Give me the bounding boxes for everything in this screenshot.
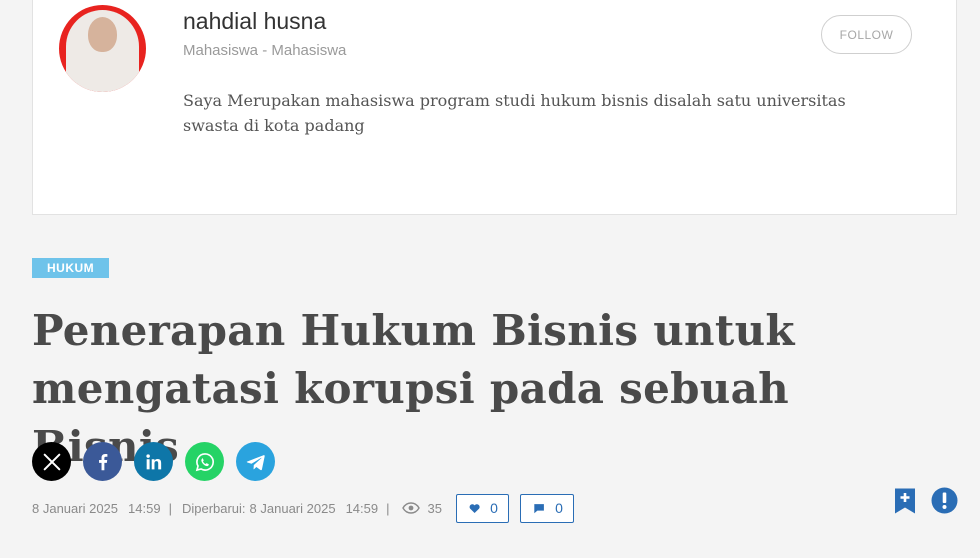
category-badge[interactable]: HUKUM (32, 258, 110, 278)
meta-separator: | (168, 500, 172, 516)
publish-date: 8 Januari 2025 (32, 500, 119, 516)
comment-count: 0 (555, 500, 563, 516)
share-facebook-button[interactable] (83, 442, 122, 481)
share-telegram-button[interactable] (236, 442, 275, 481)
x-icon (43, 453, 60, 470)
updated-label: Diperbarui: (181, 500, 246, 516)
share-buttons (32, 442, 275, 481)
linkedin-icon (145, 453, 161, 469)
author-avatar[interactable] (59, 5, 146, 92)
author-bio: Saya Merupakan mahasiswa program studi h… (183, 91, 846, 135)
comment-icon (534, 503, 544, 513)
author-profile-card: nahdial husna Mahasiswa - Mahasiswa FOLL… (32, 0, 957, 215)
avatar-face-shape (88, 17, 117, 52)
article-meta: 8 Januari 2025 14:59 | Diperbarui: 8 Jan… (32, 493, 574, 523)
bookmark-add-icon[interactable] (893, 487, 917, 515)
eye-icon (401, 502, 420, 514)
publish-time: 14:59 (128, 500, 161, 516)
share-linkedin-button[interactable] (134, 442, 173, 481)
heart-icon (469, 503, 480, 513)
like-button[interactable]: 0 (455, 493, 509, 523)
follow-button[interactable]: FOLLOW (821, 15, 912, 54)
report-icon[interactable] (931, 487, 958, 514)
share-x-button[interactable] (32, 442, 71, 481)
author-name[interactable]: nahdial husna (183, 8, 326, 35)
meta-separator: | (386, 500, 390, 516)
share-whatsapp-button[interactable] (185, 442, 224, 481)
comment-button[interactable]: 0 (519, 493, 574, 523)
like-count: 0 (490, 500, 498, 516)
updated-date: 8 Januari 2025 (249, 500, 336, 516)
updated-time: 14:59 (345, 500, 379, 516)
author-role: Mahasiswa - Mahasiswa (183, 42, 347, 59)
telegram-icon (246, 454, 265, 470)
whatsapp-icon (195, 452, 214, 471)
facebook-icon (98, 453, 107, 470)
view-count: 35 (427, 500, 442, 516)
